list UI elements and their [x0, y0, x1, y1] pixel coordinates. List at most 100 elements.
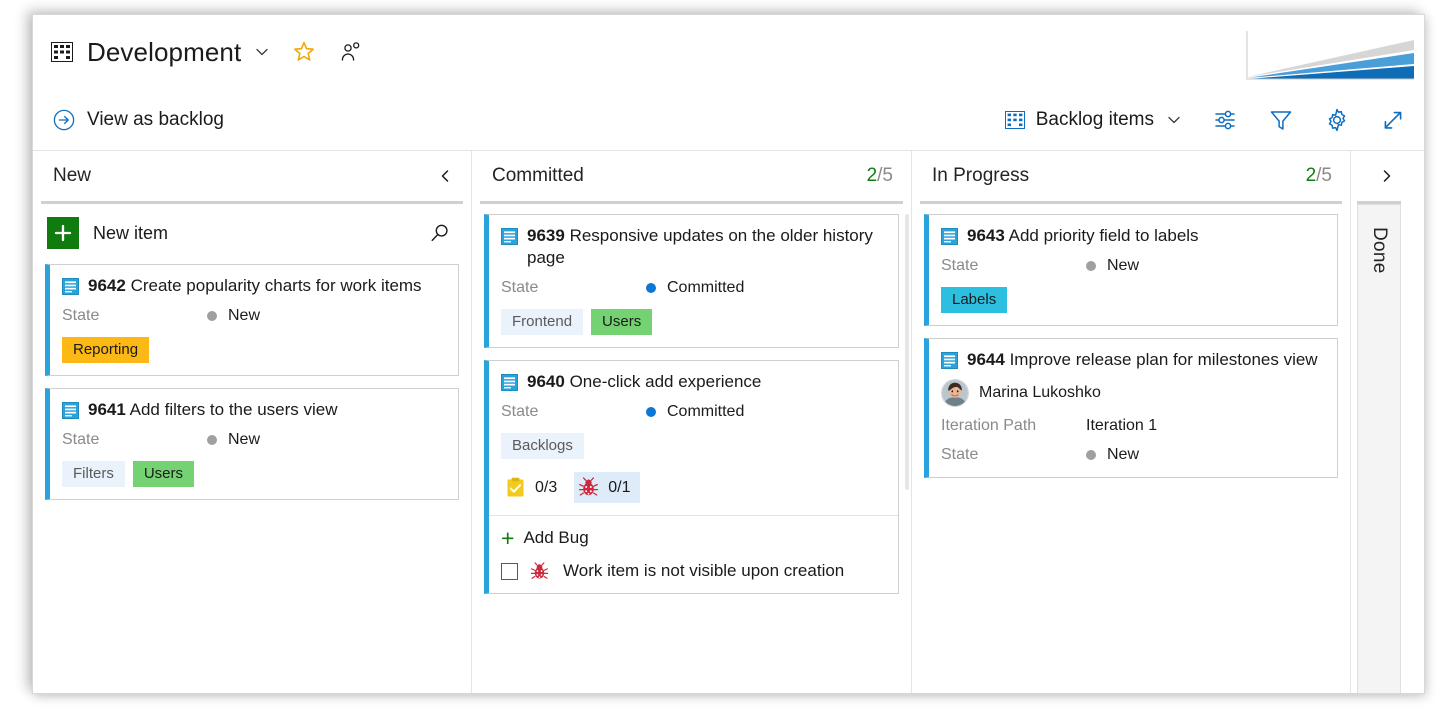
tag[interactable]: Backlogs [501, 433, 584, 459]
card-title-text: Responsive updates on the older history … [527, 226, 873, 267]
card-title: 9644 Improve release plan for milestones… [967, 349, 1318, 371]
field-value[interactable]: New [207, 430, 260, 450]
card-field-state: State Committed [501, 278, 884, 298]
tag[interactable]: Filters [62, 461, 125, 487]
child-title: Work item is not visible upon creation [563, 561, 844, 581]
backlog-item-icon [941, 352, 958, 369]
board-card[interactable]: 9644 Improve release plan for milestones… [924, 338, 1338, 478]
page-title[interactable]: Development [87, 37, 241, 68]
board-card[interactable]: 9643 Add priority field to labels State … [924, 214, 1338, 326]
chevron-right-icon[interactable] [1379, 168, 1395, 184]
tag[interactable]: Frontend [501, 309, 583, 335]
card-title-row: 9641 Add filters to the users view [62, 399, 444, 421]
backlog-item-icon [62, 402, 79, 419]
wip-current: 2 [867, 165, 878, 186]
card-title-row: 9642 Create popularity charts for work i… [62, 275, 444, 297]
scrollbar-thumb[interactable] [905, 214, 909, 490]
column-body-committed: 9639 Responsive updates on the older his… [472, 204, 911, 694]
card-tags: Labels [941, 287, 1323, 313]
state-dot-icon [1086, 450, 1096, 460]
field-value[interactable]: New [1086, 445, 1139, 465]
gear-icon[interactable] [1324, 107, 1350, 133]
card-assignee[interactable]: Marina Lukoshko [941, 379, 1323, 407]
board-card[interactable]: 9640 One-click add experience State Comm… [484, 360, 899, 594]
field-label: State [501, 402, 646, 422]
column-header-committed: Committed 2/5 [472, 151, 911, 201]
board-column-new: New New item [33, 151, 471, 694]
search-icon[interactable] [429, 222, 451, 244]
field-value[interactable]: Committed [646, 402, 744, 422]
tag[interactable]: Labels [941, 287, 1007, 313]
column-header-done [1351, 151, 1409, 201]
card-field-state: State New [941, 445, 1323, 465]
backlog-level-picker[interactable]: Backlog items [1005, 109, 1182, 131]
new-item-label: New item [93, 223, 168, 244]
board-column-done: Done [1351, 151, 1409, 694]
card-field-state: State New [62, 306, 444, 326]
card-id: 9642 [88, 276, 126, 295]
card-id: 9644 [967, 350, 1005, 369]
column-title: In Progress [932, 165, 1029, 187]
card-title-text: Create popularity charts for work items [131, 276, 422, 295]
state-dot-icon [646, 283, 656, 293]
bug-counter-text: 0/1 [608, 479, 630, 497]
chevron-left-icon[interactable] [437, 168, 453, 184]
board-card[interactable]: 9642 Create popularity charts for work i… [45, 264, 459, 376]
card-title-text: Add priority field to labels [1009, 226, 1199, 245]
view-as-backlog-label: View as backlog [87, 109, 224, 131]
card-title: 9639 Responsive updates on the older his… [527, 225, 884, 269]
column-title: Committed [492, 165, 584, 187]
field-value[interactable]: Iteration 1 [1086, 416, 1157, 436]
field-value[interactable]: New [207, 306, 260, 326]
board-grid-icon [51, 42, 73, 62]
board-card[interactable]: 9639 Responsive updates on the older his… [484, 214, 899, 348]
task-counter[interactable]: 0/3 [501, 472, 566, 503]
add-bug-button[interactable]: + Add Bug [501, 528, 884, 548]
tag[interactable]: Reporting [62, 337, 149, 363]
card-title-row: 9640 One-click add experience [501, 371, 884, 393]
state-text: New [228, 306, 260, 326]
board-card[interactable]: 9641 Add filters to the users view State… [45, 388, 459, 500]
view-as-backlog-link[interactable]: View as backlog [53, 109, 224, 131]
chevron-down-icon[interactable] [254, 44, 270, 60]
board-header: Development [33, 15, 1424, 89]
new-item-button[interactable]: New item [47, 217, 182, 249]
backlog-item-icon [501, 228, 518, 245]
star-icon[interactable] [292, 40, 316, 64]
card-id: 9643 [967, 226, 1005, 245]
filter-icon[interactable] [1268, 107, 1294, 133]
chevron-down-icon [1166, 112, 1182, 128]
bug-counter[interactable]: 0/1 [574, 472, 639, 503]
board-toolbar: View as backlog [33, 89, 1424, 151]
plus-icon: + [501, 530, 514, 546]
new-item-row: New item [47, 216, 459, 250]
bug-icon [578, 477, 599, 498]
card-title-row: 9644 Improve release plan for milestones… [941, 349, 1323, 371]
board-column-committed: Committed 2/5 [472, 151, 911, 694]
field-label: State [941, 256, 1086, 276]
column-title: New [53, 165, 91, 187]
fullscreen-icon[interactable] [1380, 107, 1406, 133]
child-work-item-row[interactable]: Work item is not visible upon creation [501, 561, 884, 581]
board-window: Development [32, 14, 1425, 694]
backlog-item-icon [501, 374, 518, 391]
column-body-done[interactable]: Done [1357, 204, 1401, 694]
toolbar-right-group: Backlog items [1005, 107, 1406, 133]
field-value[interactable]: New [1086, 256, 1139, 276]
card-settings-icon[interactable] [1212, 107, 1238, 133]
tag[interactable]: Users [591, 309, 652, 335]
wip-limit: /5 [877, 165, 893, 186]
card-title-row: 9643 Add priority field to labels [941, 225, 1323, 247]
tag[interactable]: Users [133, 461, 194, 487]
card-title: 9641 Add filters to the users view [88, 399, 338, 421]
field-label: State [62, 430, 207, 450]
field-value[interactable]: Committed [646, 278, 744, 298]
child-checkbox[interactable] [501, 563, 518, 580]
backlog-level-label: Backlog items [1036, 109, 1154, 131]
column-wip-count: 2/5 [1306, 165, 1332, 187]
people-icon[interactable] [340, 41, 362, 63]
cumulative-flow-chart[interactable] [1231, 27, 1414, 83]
backlog-item-icon [62, 278, 79, 295]
card-tags: Reporting [62, 337, 444, 363]
column-scrollbar[interactable] [905, 214, 909, 689]
